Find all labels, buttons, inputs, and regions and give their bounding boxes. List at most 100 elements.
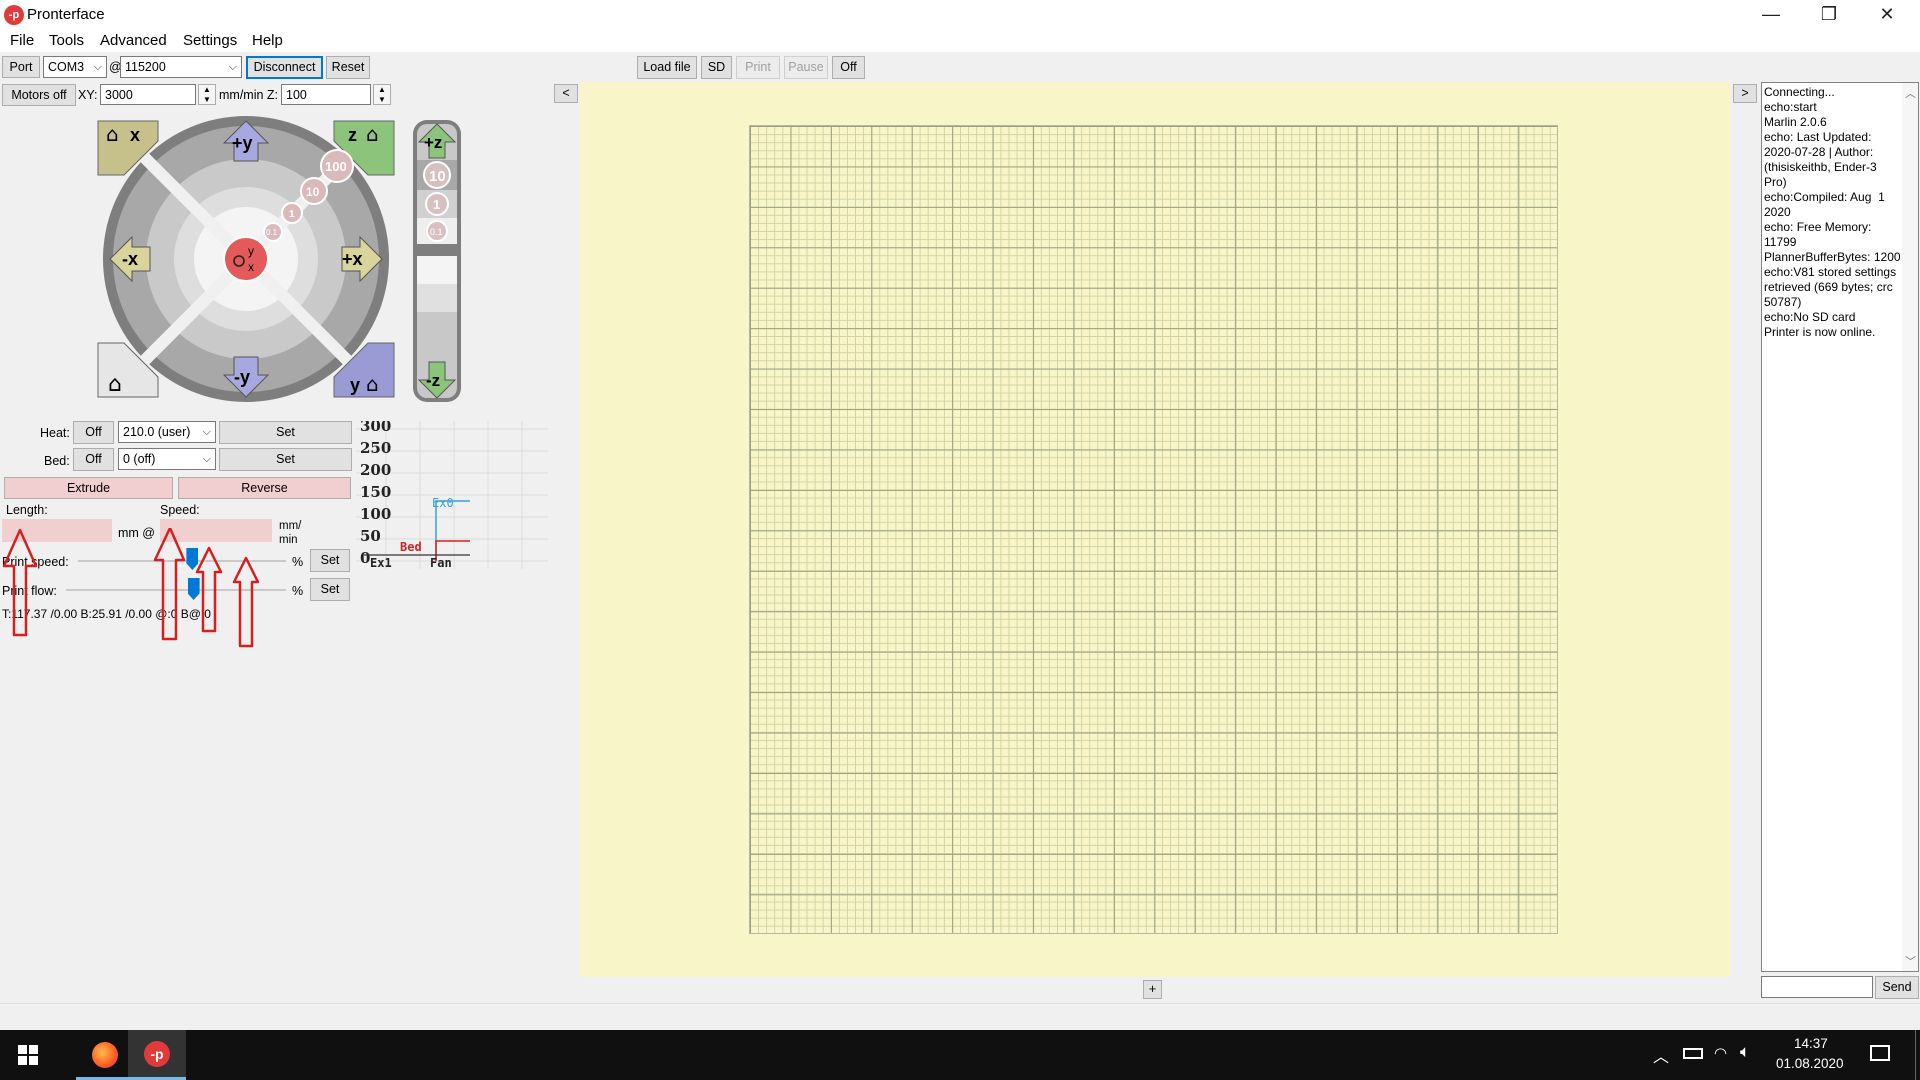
home-icon: ⌂ [366, 122, 379, 146]
step-10-label: 10 [306, 185, 320, 199]
spin-up-icon: ▲ [378, 85, 386, 94]
menu-help[interactable]: Help [252, 32, 283, 49]
z-step-minus-1[interactable] [417, 284, 457, 312]
collapse-left-button[interactable]: < [554, 84, 578, 103]
disconnect-button[interactable]: Disconnect [246, 56, 323, 79]
center-x-label: x [248, 260, 254, 274]
home-y-label: y [350, 375, 360, 395]
heat-set-button[interactable]: Set [219, 421, 352, 444]
bed-temp-value: 0 (off) [123, 452, 156, 466]
bed-off-button[interactable]: Off [73, 448, 114, 471]
status-bar [0, 1003, 1920, 1030]
show-desktop-button[interactable] [1915, 1030, 1916, 1080]
mm-min-label-1: mm/ [279, 520, 302, 532]
baud-select[interactable]: 115200 ⌵ [120, 56, 242, 78]
print-button[interactable]: Print [736, 56, 780, 79]
scroll-down-icon[interactable]: ﹀ [1905, 953, 1916, 969]
windows-start-icon[interactable] [18, 1045, 38, 1065]
clock-date[interactable]: 01.08.2020 [1776, 1056, 1844, 1071]
graph-tick-200: 200 [360, 461, 391, 479]
graph-tick-50: 50 [360, 527, 381, 545]
reset-button[interactable]: Reset [326, 56, 370, 79]
temperature-graph: 300 250 200 150 100 50 0 Ex0 Bed Ex1 Fan [356, 421, 548, 569]
ex0-series-line [435, 500, 470, 561]
bed-temp-select[interactable]: 0 (off) ⌵ [118, 448, 216, 470]
firefox-icon [92, 1042, 118, 1068]
firefox-taskbar-button[interactable] [76, 1032, 134, 1080]
heat-off-button[interactable]: Off [73, 421, 114, 444]
off-button[interactable]: Off [832, 56, 865, 79]
fan-legend: Fan [430, 556, 452, 569]
pronterface-taskbar-button[interactable]: -p [128, 1030, 186, 1080]
port-value: COM3 [48, 60, 85, 74]
port-button[interactable]: Port [2, 56, 40, 78]
restore-button[interactable]: ❐ [1800, 0, 1858, 30]
bed-label: Bed: [44, 454, 70, 468]
print-flow-set-button[interactable]: Set [310, 578, 350, 601]
motors-off-button[interactable]: Motors off [2, 84, 76, 106]
title-bar: -p Pronterface — ❐ ✕ [0, 0, 1920, 30]
battery-icon[interactable] [1683, 1048, 1703, 1059]
add-object-button[interactable]: + [1143, 980, 1162, 999]
plus-z-label: +z [424, 133, 442, 152]
xy-feedrate-input[interactable]: 3000 [100, 84, 196, 105]
step-01-label: 0.1 [266, 228, 278, 237]
annotation-arrow-icon [2, 528, 38, 637]
pause-button[interactable]: Pause [784, 56, 828, 79]
print-flow-percent: % [292, 584, 304, 598]
sd-button[interactable]: SD [701, 56, 732, 79]
menu-tools[interactable]: Tools [49, 32, 84, 49]
clock-time[interactable]: 14:37 [1794, 1036, 1828, 1051]
load-file-button[interactable]: Load file [637, 56, 697, 79]
extrude-button[interactable]: Extrude [4, 477, 173, 499]
port-select[interactable]: COM3 ⌵ [43, 56, 107, 78]
home-icon: ⌂ [366, 372, 379, 396]
bed-set-button[interactable]: Set [219, 448, 352, 471]
minimize-button[interactable]: — [1742, 0, 1800, 30]
network-icon[interactable]: ◠ [1714, 1044, 1727, 1062]
z-step-1-label: 1 [433, 197, 440, 212]
z-step-10-label: 10 [429, 168, 446, 185]
print-speed-set-button[interactable]: Set [310, 549, 350, 572]
volume-icon[interactable]: 🔈︎ [1740, 1042, 1750, 1062]
mm-min-label-2: min [279, 534, 298, 546]
menu-advanced[interactable]: Advanced [100, 32, 167, 49]
collapse-right-button[interactable]: > [1733, 84, 1757, 103]
console-scrollbar[interactable]: ︿ ﹀ [1902, 83, 1918, 971]
z-spinner[interactable]: ▲ ▼ [373, 84, 391, 105]
menu-settings[interactable]: Settings [183, 32, 237, 49]
chevron-down-icon: ⌵ [228, 61, 237, 73]
notifications-icon[interactable] [1870, 1045, 1890, 1061]
center-button[interactable] [223, 236, 269, 282]
plus-x-label: +x [342, 249, 363, 269]
heat-temp-select[interactable]: 210.0 (user) ⌵ [118, 421, 216, 443]
xy-unit-label: mm/min Z: [219, 88, 279, 102]
tray-chevron-up-icon[interactable]: ︿ [1653, 1043, 1669, 1067]
command-input[interactable] [1761, 976, 1873, 998]
scroll-up-icon[interactable]: ︿ [1905, 85, 1916, 101]
z-step-minus-01[interactable] [417, 256, 457, 284]
graph-tick-100: 100 [360, 505, 391, 523]
annotation-arrow-icon [153, 528, 186, 641]
graph-tick-150: 150 [360, 483, 391, 501]
menu-file[interactable]: File [10, 32, 34, 49]
menu-bar: File Tools Advanced Settings Help [0, 30, 1920, 52]
send-button[interactable]: Send [1875, 976, 1919, 999]
z-step-minus-10[interactable] [417, 312, 457, 342]
reverse-button[interactable]: Reverse [178, 477, 351, 499]
close-button[interactable]: ✕ [1858, 0, 1916, 30]
z-feedrate-input[interactable]: 100 [281, 84, 371, 105]
home-icon: ⌂ [106, 122, 119, 146]
spin-up-icon: ▲ [203, 85, 211, 94]
spin-down-icon: ▼ [378, 95, 386, 104]
chevron-down-icon: ⌵ [202, 426, 211, 438]
minus-y-label: -y [234, 367, 250, 387]
xy-spinner[interactable]: ▲ ▼ [198, 84, 216, 105]
home-icon: ⌂ [108, 372, 122, 397]
step-100-label: 100 [325, 159, 347, 174]
home-x-label: x [130, 125, 140, 145]
home-z-label: z [348, 125, 357, 145]
graph-tick-300: 300 [360, 421, 391, 435]
print-bed-grid[interactable] [749, 125, 1558, 934]
xy-label: XY: [78, 88, 98, 102]
